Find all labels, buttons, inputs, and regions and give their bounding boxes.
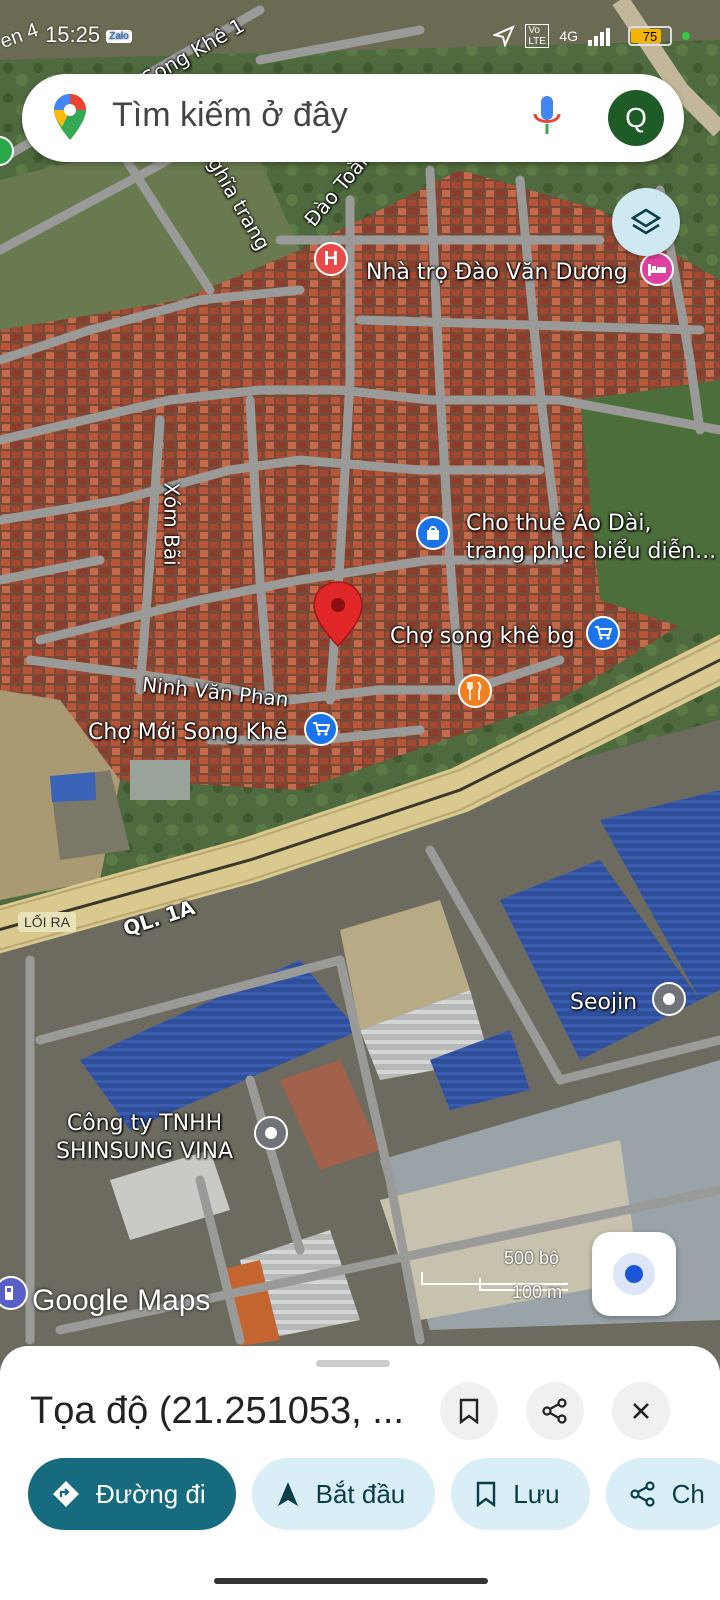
search-bar[interactable]: Tìm kiếm ở đây Q xyxy=(22,74,684,162)
status-bar: en 4 15:25 Zalo Vo LTE 4G 75 xyxy=(0,19,720,54)
search-input[interactable]: Tìm kiếm ở đây xyxy=(112,96,348,135)
bookmark-icon xyxy=(459,1398,479,1424)
bookmark-icon xyxy=(477,1481,496,1507)
navigation-arrow-icon xyxy=(277,1482,298,1506)
hotel-icon[interactable] xyxy=(640,252,674,286)
save-bookmark-button[interactable] xyxy=(440,1382,498,1440)
poi-label-nha-tro[interactable]: Nhà trọ Đào Văn Dương xyxy=(366,260,628,285)
place-marker-icon[interactable] xyxy=(652,982,686,1016)
poi-label-ao-dai-line2: trang phục biểu diễn... xyxy=(466,539,717,564)
poi-label-shinsung-line1: Công ty TNHH xyxy=(66,1111,223,1136)
google-maps-pin-icon xyxy=(54,94,86,140)
start-label: Bắt đầu xyxy=(315,1478,406,1509)
poi-label-cho-song-khe[interactable]: Chợ song khê bg xyxy=(390,624,575,649)
privacy-dot-icon xyxy=(682,32,690,40)
scale-feet: 500 bộ xyxy=(504,1248,560,1268)
layers-button[interactable] xyxy=(612,188,680,256)
shopping-bag-icon[interactable] xyxy=(416,516,450,550)
place-title: Tọa độ (21.251053, ... xyxy=(30,1390,404,1432)
directions-button[interactable]: Đường đi xyxy=(28,1458,236,1530)
poi-label-ao-dai[interactable]: Cho thuê Áo Dài, trang phục biểu diễn... xyxy=(466,510,716,566)
shopping-cart-icon[interactable] xyxy=(586,616,620,650)
volte-icon: Vo LTE xyxy=(525,24,550,48)
drag-handle[interactable] xyxy=(316,1360,390,1367)
location-dot-icon xyxy=(625,1265,643,1283)
action-chips: Đường đi Bắt đầu Lưu Ch xyxy=(28,1458,720,1530)
status-icons: Vo LTE 4G 75 xyxy=(493,24,690,48)
scale-bar: 500 bộ 100 m xyxy=(420,1248,570,1308)
google-maps-logo: Google Maps xyxy=(32,1284,211,1317)
close-icon xyxy=(633,1403,649,1419)
status-date-fragment: en 4 xyxy=(0,19,42,54)
exit-sign: LỐI RA xyxy=(18,912,76,932)
share-label: Ch xyxy=(671,1478,705,1509)
my-location-button[interactable] xyxy=(592,1232,676,1316)
share-icon xyxy=(629,1481,655,1507)
poi-label-ao-dai-line1: Cho thuê Áo Dài, xyxy=(466,511,652,536)
poi-label-cho-moi[interactable]: Chợ Mới Song Khê xyxy=(88,720,288,745)
share-button[interactable] xyxy=(526,1382,584,1440)
scale-meters: 100 m xyxy=(512,1282,563,1302)
battery-level: 75 xyxy=(642,28,658,44)
battery-icon: 75 xyxy=(628,26,672,46)
place-marker-icon[interactable] xyxy=(254,1116,288,1150)
restaurant-icon[interactable] xyxy=(458,674,492,708)
signal-icon xyxy=(588,28,610,46)
poi-label-seojin[interactable]: Seojin xyxy=(570,990,637,1015)
location-arrow-icon xyxy=(493,25,516,47)
microphone-icon[interactable] xyxy=(532,94,562,142)
save-button[interactable]: Lưu xyxy=(451,1458,590,1530)
directions-label: Đường đi xyxy=(96,1478,206,1509)
place-bottom-sheet[interactable]: Tọa độ (21.251053, ... Đường đi Bắt đầu … xyxy=(0,1346,720,1600)
status-time: en 4 15:25 Zalo xyxy=(0,19,132,53)
account-avatar[interactable]: Q xyxy=(608,90,664,146)
shopping-cart-icon[interactable] xyxy=(304,712,338,746)
network-label: 4G xyxy=(559,28,578,44)
gesture-nav-bar[interactable] xyxy=(214,1578,488,1584)
road-label: Xóm Bãi xyxy=(159,482,184,566)
zalo-badge: Zalo xyxy=(106,29,132,43)
poi-label-shinsung[interactable]: Công ty TNHH SHINSUNG VINA xyxy=(56,1110,233,1166)
share-icon xyxy=(542,1398,567,1424)
close-button[interactable] xyxy=(612,1382,670,1440)
directions-icon xyxy=(53,1481,79,1507)
layers-icon xyxy=(630,208,662,235)
poi-label-shinsung-line2: SHINSUNG VINA xyxy=(56,1139,234,1164)
share-chip-button[interactable]: Ch xyxy=(605,1458,720,1530)
status-clock: 15:25 xyxy=(45,22,101,47)
hospital-icon[interactable]: H xyxy=(314,242,348,276)
start-button[interactable]: Bắt đầu xyxy=(251,1458,436,1530)
save-label: Lưu xyxy=(513,1478,560,1509)
